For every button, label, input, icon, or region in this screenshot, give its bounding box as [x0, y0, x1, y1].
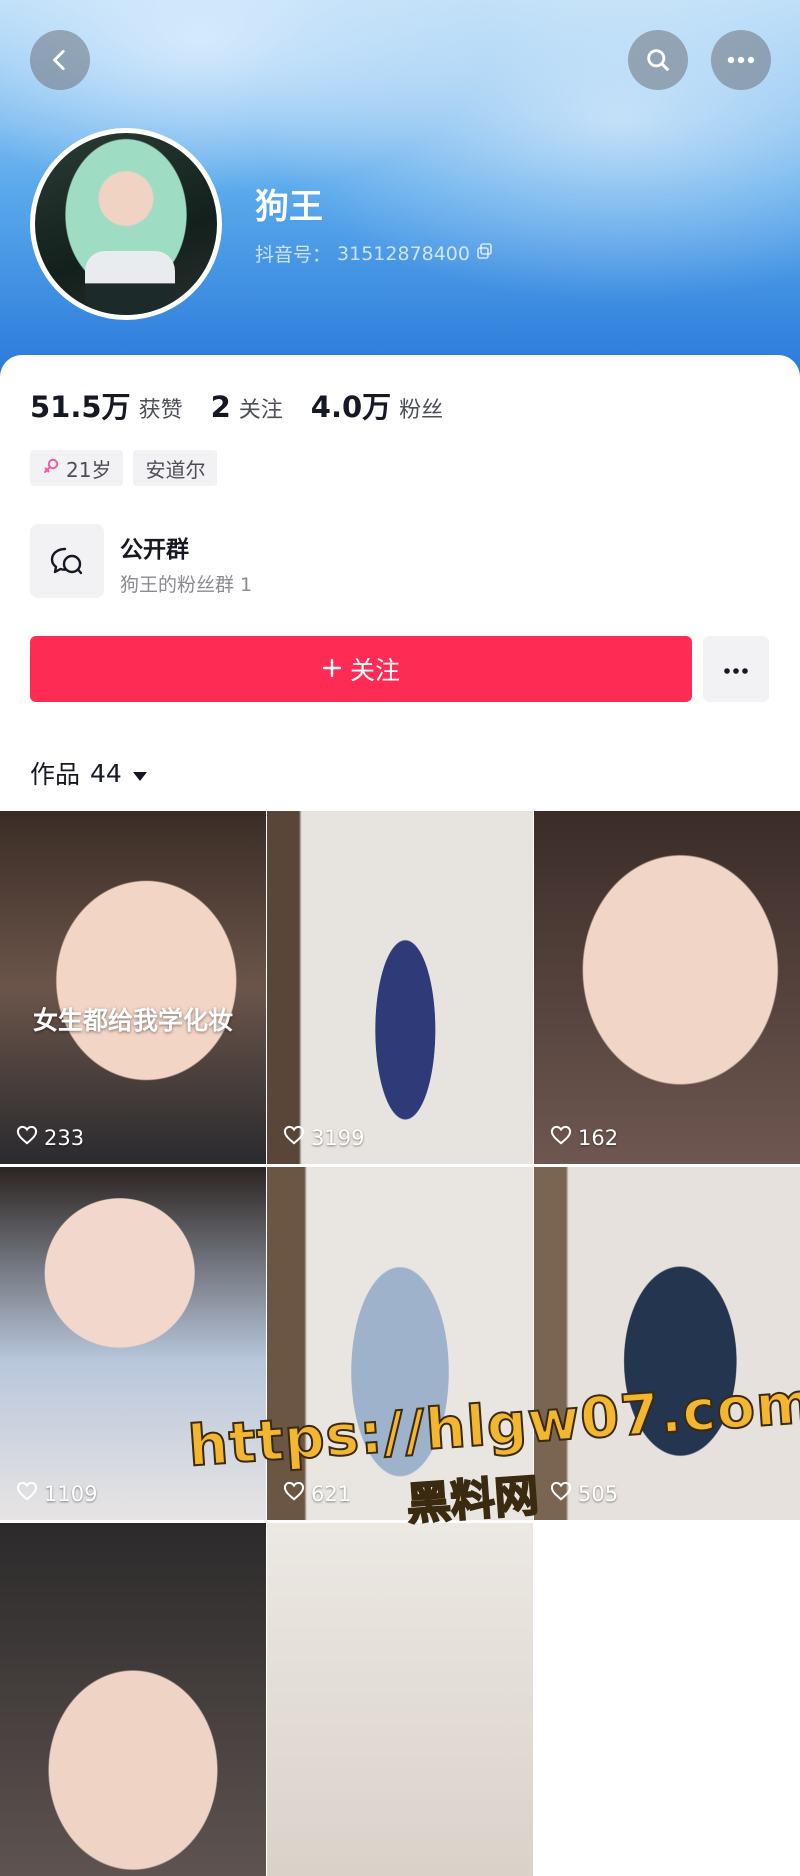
- group-subtitle: 狗王的粉丝群 1: [120, 574, 253, 596]
- following-count: 2: [210, 390, 231, 424]
- back-button[interactable]: [30, 30, 90, 90]
- likes-count: 1109: [44, 1481, 98, 1506]
- followers-count: 4.0万: [310, 390, 392, 424]
- heart-icon: [16, 1481, 38, 1506]
- heart-icon: [550, 1125, 572, 1150]
- profile-nickname: 狗王: [255, 187, 323, 227]
- likes-count: 162: [578, 1125, 619, 1150]
- likes-count: 233: [44, 1125, 85, 1150]
- location-tag: 安道尔: [133, 450, 218, 486]
- profile-uid[interactable]: 抖音号： 31512878400: [255, 240, 494, 267]
- video-tile[interactable]: 162: [534, 811, 800, 1164]
- video-tile[interactable]: 女生都给我学化妆 233: [0, 811, 266, 1164]
- plus-icon: [322, 655, 342, 684]
- more-horizontal-icon: [726, 55, 756, 65]
- works-count: 44: [90, 758, 122, 788]
- follow-button[interactable]: 关注: [30, 636, 692, 702]
- copy-icon[interactable]: [476, 242, 494, 265]
- search-icon: [644, 46, 672, 74]
- followers-label: 粉丝: [399, 398, 444, 423]
- follow-label: 关注: [349, 656, 400, 685]
- following-stat[interactable]: 2 关注: [211, 390, 283, 424]
- works-label: 作品: [30, 760, 81, 789]
- tab-works[interactable]: 作品 44: [30, 755, 148, 791]
- more-options-button[interactable]: [711, 30, 771, 90]
- video-grid: 女生都给我学化妆 233 3199 162 1109 621 505: [0, 811, 800, 1876]
- video-caption: 女生都给我学化妆: [32, 1006, 233, 1035]
- profile-tags: 21岁 安道尔: [30, 450, 218, 486]
- video-likes: 1109: [16, 1481, 97, 1506]
- video-tile[interactable]: [0, 1523, 266, 1876]
- location-label: 安道尔: [145, 457, 206, 482]
- fan-group-entry[interactable]: 公开群 狗王的粉丝群 1: [30, 524, 770, 600]
- likes-count: 3199: [311, 1125, 365, 1150]
- video-likes: 233: [16, 1125, 84, 1150]
- avatar[interactable]: [30, 128, 222, 320]
- video-likes: 3199: [283, 1125, 364, 1150]
- followers-stat[interactable]: 4.0万 粉丝: [311, 384, 443, 426]
- video-tile[interactable]: 3199: [267, 811, 533, 1164]
- video-tile[interactable]: [534, 1523, 800, 1876]
- likes-label: 获赞: [138, 398, 183, 423]
- age-tag: 21岁: [30, 450, 124, 486]
- video-tile[interactable]: [267, 1523, 533, 1876]
- likes-stat[interactable]: 51.5万 获赞: [30, 384, 183, 426]
- avatar-illustration: [85, 251, 175, 315]
- more-horizontal-icon: [723, 660, 749, 679]
- female-icon: [42, 456, 60, 480]
- group-chat-icon: [30, 524, 104, 598]
- uid-label: 抖音号：: [255, 244, 332, 266]
- search-button[interactable]: [628, 30, 688, 90]
- video-likes: 162: [550, 1125, 618, 1150]
- age-label: 21岁: [66, 457, 112, 482]
- caret-down-icon: [132, 759, 148, 788]
- heart-icon: [16, 1125, 38, 1150]
- following-label: 关注: [238, 398, 283, 423]
- likes-count: 51.5万: [30, 390, 131, 424]
- group-title: 公开群: [120, 537, 189, 563]
- heart-icon: [283, 1125, 305, 1150]
- chevron-left-icon: [47, 47, 73, 73]
- profile-stats: 51.5万 获赞 2 关注 4.0万 粉丝: [30, 384, 443, 426]
- uid-value: 31512878400: [337, 242, 470, 265]
- more-actions-button[interactable]: [703, 636, 769, 702]
